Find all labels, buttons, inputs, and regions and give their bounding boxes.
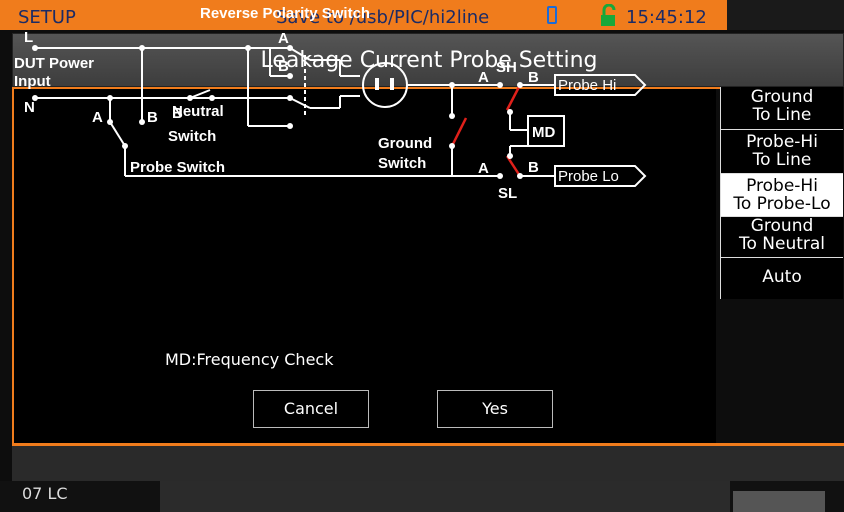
label-sh-a: A <box>478 69 489 86</box>
label-dut-power: DUT Power <box>14 55 94 72</box>
label-sl: SL <box>498 185 517 200</box>
menu-item-line2: To Line <box>752 105 812 125</box>
label-sh-b: B <box>528 69 539 86</box>
label-rps-b: B <box>278 58 289 75</box>
probe-mode-menu: Ground To Line Probe-Hi To Line Probe-Hi… <box>720 87 843 299</box>
menu-item-probe-hi-to-line[interactable]: Probe-Hi To Line <box>721 130 843 174</box>
label-sl-b: B <box>528 159 539 176</box>
menu-item-line1: Probe-Hi <box>746 132 818 152</box>
label-n: N <box>24 99 35 116</box>
circuit-diagram: Reverse Polarity Switch L DUT Power Inpu… <box>14 5 647 200</box>
menu-item-auto[interactable]: Auto <box>721 258 843 299</box>
label-neutral-switch-2: Switch <box>168 128 216 145</box>
diagram-title: Reverse Polarity Switch <box>200 5 370 22</box>
label-rps-a: A <box>278 30 289 47</box>
label-probe-switch: Probe Switch <box>130 159 225 176</box>
menu-item-ground-to-neutral[interactable]: Ground To Neutral <box>721 217 843 258</box>
menu-item-line1: Ground <box>750 216 814 236</box>
yes-button[interactable]: Yes <box>437 390 553 428</box>
menu-item-line2: To Probe-Lo <box>733 194 831 214</box>
label-probe-switch-a: A <box>92 109 103 126</box>
label-l: L <box>24 29 33 46</box>
label-md: MD <box>532 124 555 141</box>
dialog-footer <box>12 446 844 481</box>
menu-item-line2: To Neutral <box>738 234 826 254</box>
frequency-check-note: MD:Frequency Check <box>165 350 334 369</box>
label-probe-hi: Probe Hi <box>558 77 616 94</box>
menu-item-label: Auto <box>762 267 802 287</box>
background-panel: 07 LC <box>0 481 844 512</box>
label-sh: SH <box>496 59 517 76</box>
label-neutral-switch-1: Neutral <box>172 103 224 120</box>
cancel-button[interactable]: Cancel <box>253 390 369 428</box>
menu-item-line2: To Line <box>752 150 812 170</box>
label-probe-switch-b: B <box>147 109 158 126</box>
label-dut-input: Input <box>14 73 51 90</box>
background-strip <box>160 481 730 512</box>
background-text: 07 LC <box>22 484 68 503</box>
label-probe-lo: Probe Lo <box>558 168 619 185</box>
label-ground-switch-2: Switch <box>378 155 426 172</box>
background-button <box>733 491 825 512</box>
label-sl-a: A <box>478 160 489 177</box>
menu-item-line1: Ground <box>750 87 814 107</box>
menu-item-line1: Probe-Hi <box>746 176 818 196</box>
menu-item-ground-to-line[interactable]: Ground To Line <box>721 87 843 130</box>
menu-item-probe-hi-to-probe-lo[interactable]: Probe-Hi To Probe-Lo <box>721 174 843 217</box>
label-ground-switch-1: Ground <box>378 135 432 152</box>
